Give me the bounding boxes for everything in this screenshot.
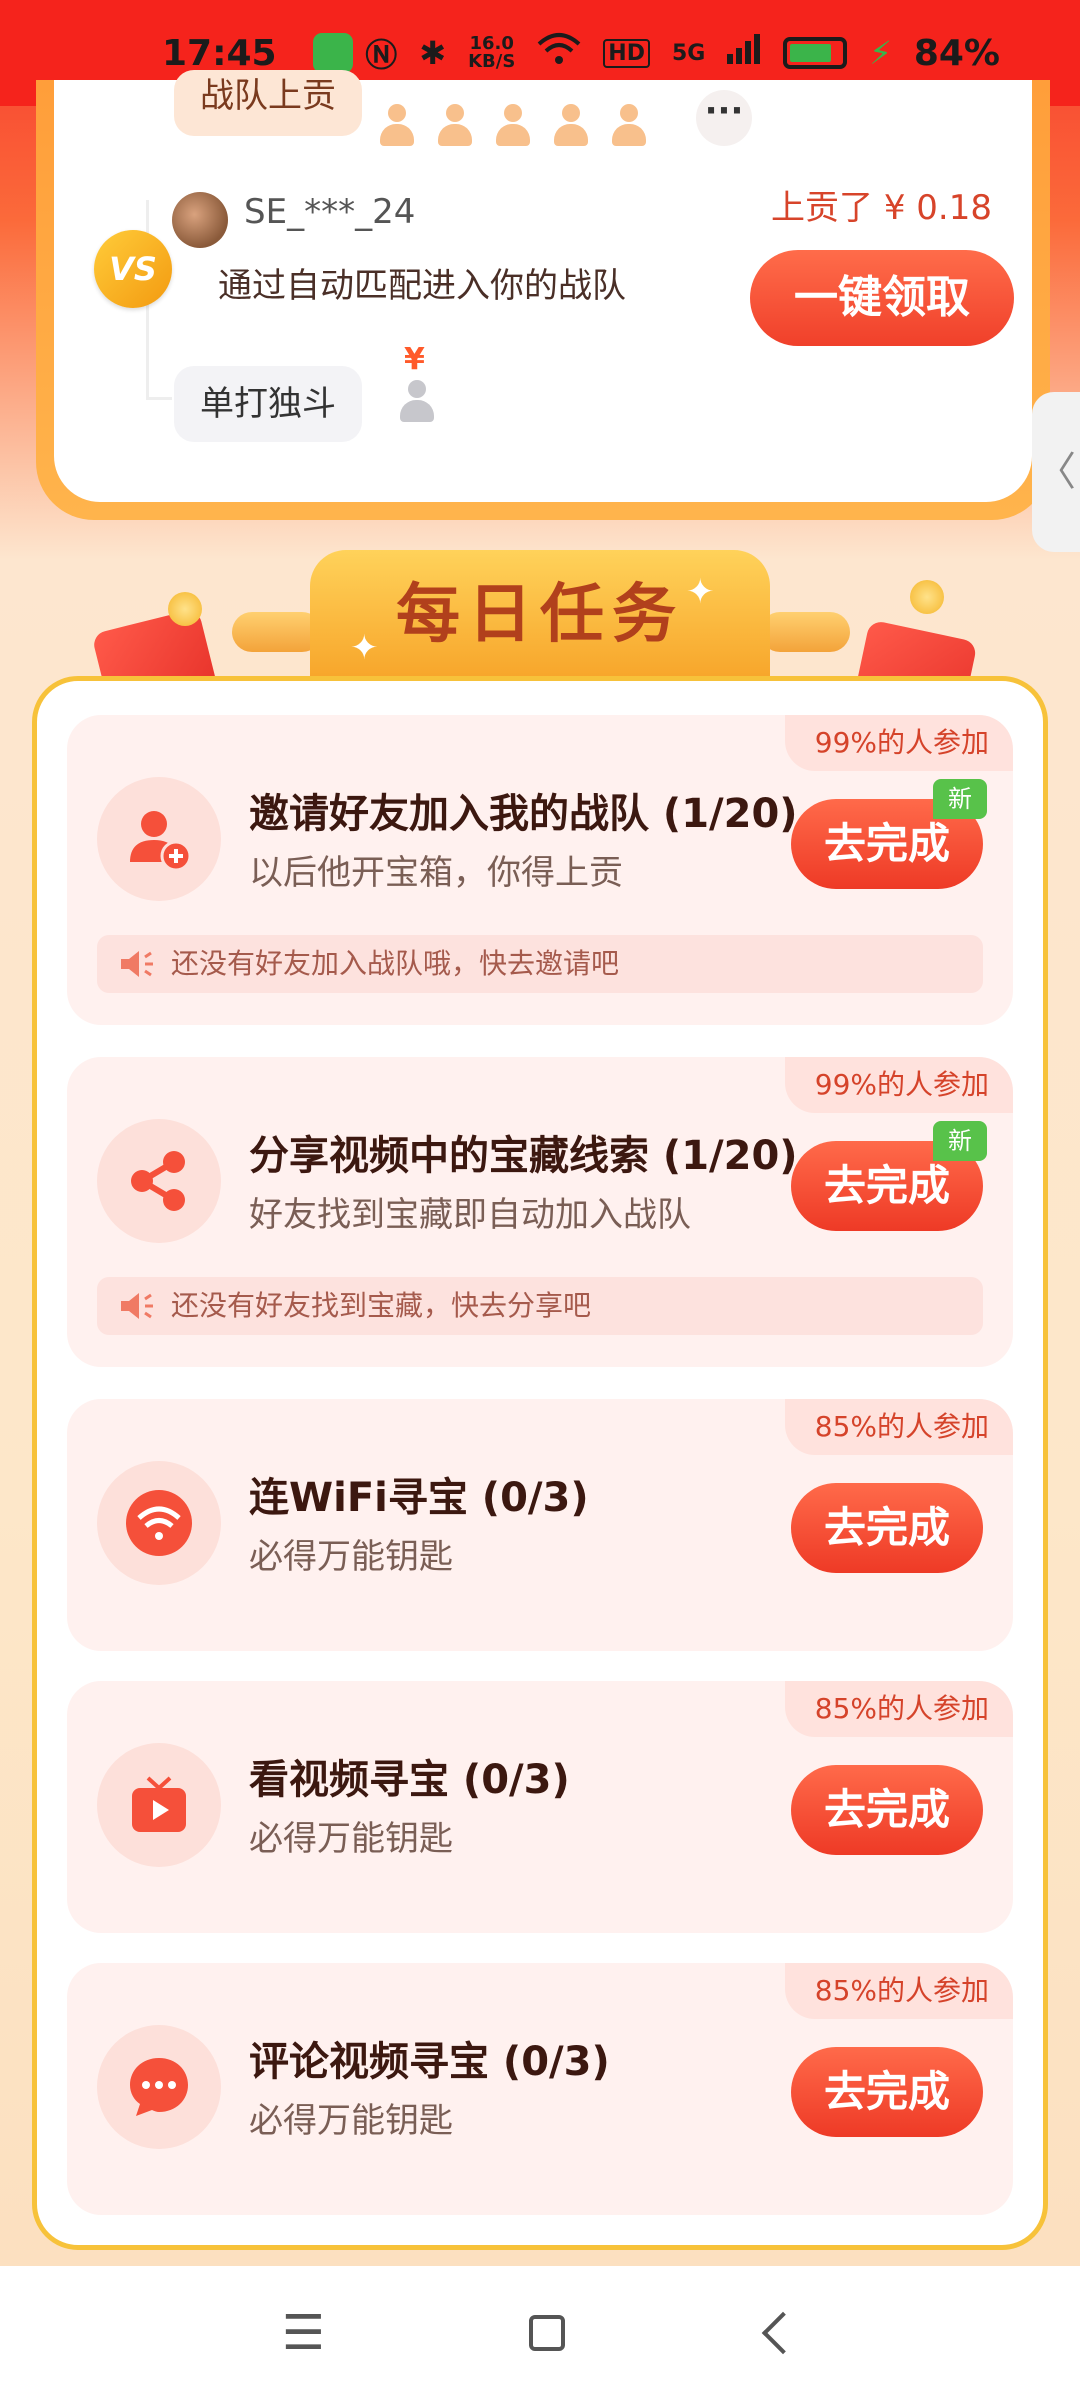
- signal-bars-icon: [727, 34, 761, 72]
- nav-back-button[interactable]: [761, 2311, 805, 2355]
- team-card: 战队上贡 ··· SE_***_24 VS 通过自动匹配进入你的战队 上贡了 ¥…: [54, 70, 1032, 502]
- battery-percent: 84%: [913, 32, 1000, 74]
- member-slot-icon: [612, 104, 646, 146]
- comment-icon: [97, 2025, 221, 2149]
- avatar: [172, 192, 228, 248]
- new-badge: 新: [933, 1121, 987, 1161]
- sparkle-icon: ✦: [686, 572, 715, 612]
- share-icon: [97, 1119, 221, 1243]
- participation-tag: 85%的人参加: [784, 1681, 1013, 1737]
- team-card-frame: 战队上贡 ··· SE_***_24 VS 通过自动匹配进入你的战队 上贡了 ¥…: [36, 70, 1050, 520]
- task-description: 必得万能钥匙: [249, 1537, 453, 1577]
- hd-label: HD: [603, 38, 650, 68]
- task-description: 好友找到宝藏即自动加入战队: [249, 1195, 691, 1235]
- vs-badge: VS: [94, 230, 172, 308]
- more-members-button[interactable]: ···: [696, 90, 752, 146]
- pipe-decoration: [760, 612, 850, 652]
- participation-tag: 99%的人参加: [784, 715, 1013, 771]
- task-description: 必得万能钥匙: [249, 2101, 453, 2141]
- notice-bar: 还没有好友加入战队哦，快去邀请吧: [97, 935, 983, 993]
- go-complete-button[interactable]: 去完成: [791, 1765, 983, 1855]
- battery-fill: [790, 44, 832, 62]
- task-description: 以后他开宝箱，你得上贡: [249, 853, 623, 893]
- team-contribution-pill: 战队上贡: [174, 70, 362, 136]
- speaker-icon: [121, 1293, 153, 1319]
- side-drawer-tab[interactable]: 〈: [1032, 392, 1080, 552]
- contribution-amount: 上贡了 ¥ 0.18: [771, 188, 992, 228]
- member-slot-icon: [496, 104, 530, 146]
- signal-5g-label: 5G: [671, 40, 706, 66]
- system-nav-bar: ☰: [0, 2266, 1080, 2400]
- notice-bar: 还没有好友找到宝藏，快去分享吧: [97, 1277, 983, 1335]
- sparkle-icon: ✦: [350, 628, 379, 668]
- add-user-icon: [97, 777, 221, 901]
- pipe-decoration: [232, 612, 322, 652]
- coin-decoration: [168, 592, 202, 626]
- participation-tag: 85%的人参加: [784, 1399, 1013, 1455]
- notice-text: 还没有好友加入战队哦，快去邀请吧: [171, 947, 620, 980]
- claim-all-button[interactable]: 一键领取: [750, 250, 1014, 346]
- task-card-invite: 99%的人参加 邀请好友加入我的战队 (1/20) 以后他开宝箱，你得上贡 去完…: [67, 715, 1013, 1025]
- auto-match-text: 通过自动匹配进入你的战队: [218, 266, 626, 306]
- notice-text: 还没有好友找到宝藏，快去分享吧: [171, 1289, 592, 1322]
- network-speed: 16.0 KB/S: [468, 35, 515, 71]
- wifi-status-icon: [537, 32, 581, 74]
- go-complete-button[interactable]: 去完成: [791, 2047, 983, 2137]
- task-title: 邀请好友加入我的战队 (1/20): [249, 791, 798, 837]
- member-slot-icon: [380, 104, 414, 146]
- task-title: 看视频寻宝 (0/3): [249, 1757, 570, 1803]
- nav-menu-button[interactable]: ☰: [282, 2305, 325, 2361]
- nav-home-button[interactable]: [528, 2315, 565, 2351]
- participation-tag: 99%的人参加: [784, 1057, 1013, 1113]
- task-card-comment: 85%的人参加 评论视频寻宝 (0/3) 必得万能钥匙 去完成: [67, 1963, 1013, 2215]
- message-notification-icon: [312, 33, 353, 73]
- bluetooth-icon: ✱: [419, 34, 447, 72]
- team-member-slots: [380, 104, 646, 146]
- speaker-icon: [121, 951, 153, 977]
- task-card-share: 99%的人参加 分享视频中的宝藏线索 (1/20) 好友找到宝藏即自动加入战队 …: [67, 1057, 1013, 1367]
- task-title: 连WiFi寻宝 (0/3): [249, 1475, 589, 1521]
- username: SE_***_24: [244, 192, 416, 232]
- network-speed-unit: KB/S: [468, 51, 516, 72]
- member-slot-icon: [554, 104, 588, 146]
- participation-tag: 85%的人参加: [784, 1963, 1013, 2019]
- status-icons: Ⓝ ✱ 16.0 KB/S HD 5G ⚡ 84%: [365, 30, 1000, 76]
- nfc-icon: Ⓝ: [365, 36, 398, 74]
- daily-tasks-title: 每日任务: [310, 550, 770, 680]
- task-title: 分享视频中的宝藏线索 (1/20): [249, 1133, 798, 1179]
- status-time: 17:45: [162, 32, 277, 74]
- new-badge: 新: [933, 779, 987, 819]
- coin-decoration: [910, 580, 944, 614]
- tv-play-icon: [97, 1743, 221, 1867]
- wifi-icon: [97, 1461, 221, 1585]
- charging-icon: ⚡: [869, 34, 892, 72]
- go-complete-button[interactable]: 去完成: [791, 1483, 983, 1573]
- daily-tasks-panel: 99%的人参加 邀请好友加入我的战队 (1/20) 以后他开宝箱，你得上贡 去完…: [32, 676, 1048, 2250]
- member-slot-icon: [438, 104, 472, 146]
- task-card-video: 85%的人参加 看视频寻宝 (0/3) 必得万能钥匙 去完成: [67, 1681, 1013, 1933]
- task-description: 必得万能钥匙: [249, 1819, 453, 1859]
- battery-icon: [783, 37, 848, 69]
- task-card-wifi: 85%的人参加 连WiFi寻宝 (0/3) 必得万能钥匙 去完成: [67, 1399, 1013, 1651]
- task-title: 评论视频寻宝 (0/3): [249, 2039, 610, 2085]
- solo-pill: 单打独斗: [174, 366, 362, 442]
- solo-yen-label: ¥: [404, 342, 425, 377]
